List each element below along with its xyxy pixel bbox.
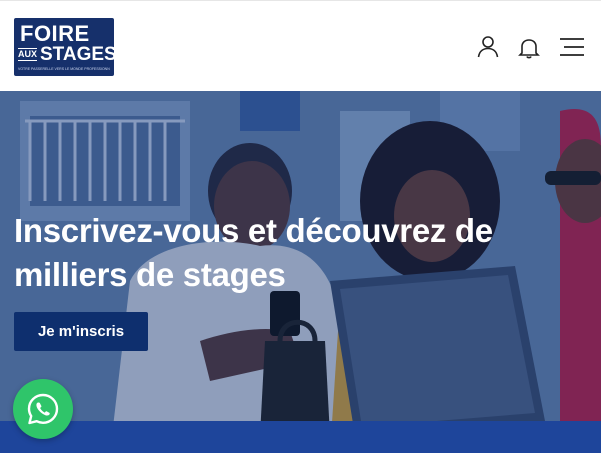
- logo-tagline: VOTRE PASSERELLE VERS LE MONDE PROFESSIO…: [18, 67, 110, 71]
- logo-line1: FOIRE: [20, 21, 90, 46]
- foire-aux-stages-logo[interactable]: FOIRE AUX STAGES VOTRE PASSERELLE VERS L…: [14, 18, 114, 76]
- whatsapp-icon: [27, 393, 59, 425]
- hero-banner: Inscrivez-vous et découvrez de milliers …: [0, 91, 601, 453]
- bell-icon[interactable]: [518, 37, 540, 59]
- hamburger-menu-icon[interactable]: [558, 37, 586, 57]
- site-header: FOIRE AUX STAGES VOTRE PASSERELLE VERS L…: [0, 0, 601, 91]
- logo-aux: AUX: [18, 48, 38, 61]
- register-button[interactable]: Je m'inscris: [14, 312, 148, 351]
- whatsapp-chat-button[interactable]: [13, 379, 73, 439]
- hero-headline: Inscrivez-vous et découvrez de milliers …: [14, 212, 493, 293]
- user-icon[interactable]: [476, 34, 500, 58]
- logo-stages: STAGES: [40, 44, 114, 65]
